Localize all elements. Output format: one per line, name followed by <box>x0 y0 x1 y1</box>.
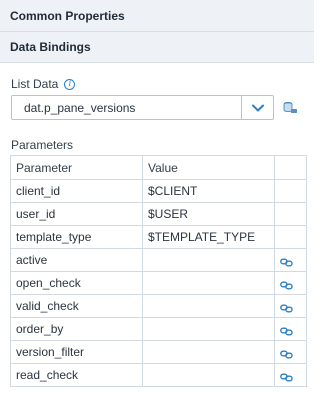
section-title-common-properties: Common Properties <box>10 8 125 23</box>
table-row[interactable]: template_type $TEMPLATE_TYPE <box>10 225 307 249</box>
column-header-value: Value <box>142 155 275 180</box>
parameter-value[interactable]: $TEMPLATE_TYPE <box>142 225 275 249</box>
list-data-select[interactable]: dat.p_pane_versions <box>11 95 274 120</box>
parameter-value[interactable] <box>142 271 275 295</box>
parameters-label: Parameters <box>11 138 74 152</box>
parameter-name: active <box>10 248 143 272</box>
parameter-value[interactable] <box>142 294 275 318</box>
column-header-parameter: Parameter <box>10 155 143 180</box>
parameter-value[interactable]: $USER <box>142 202 275 226</box>
parameter-name: client_id <box>10 179 143 203</box>
table-row[interactable]: valid_check <box>10 294 307 318</box>
table-row[interactable]: version_filter <box>10 340 307 364</box>
parameter-name: open_check <box>10 271 143 295</box>
table-row[interactable]: client_id $CLIENT <box>10 179 307 203</box>
link-icon[interactable] <box>280 348 293 359</box>
row-action-cell <box>274 271 307 295</box>
parameter-name: user_id <box>10 202 143 226</box>
row-action-cell <box>274 248 307 272</box>
parameter-value[interactable] <box>142 317 275 341</box>
parameter-value[interactable] <box>142 248 275 272</box>
link-icon[interactable] <box>280 279 293 290</box>
section-title-data-bindings: Data Bindings <box>10 40 91 54</box>
parameter-name: valid_check <box>10 294 143 318</box>
section-header-data-bindings[interactable]: Data Bindings <box>0 32 314 63</box>
parameter-value[interactable] <box>142 363 275 387</box>
chevron-down-icon[interactable] <box>242 96 273 119</box>
row-action-cell <box>274 202 307 226</box>
list-data-label-row: List Data i <box>11 77 76 91</box>
row-action-cell <box>274 340 307 364</box>
table-row[interactable]: user_id $USER <box>10 202 307 226</box>
parameter-name: version_filter <box>10 340 143 364</box>
row-action-cell <box>274 225 307 249</box>
row-action-cell <box>274 317 307 341</box>
table-row[interactable]: active <box>10 248 307 272</box>
parameter-name: read_check <box>10 363 143 387</box>
row-action-cell <box>274 179 307 203</box>
table-header-row: Parameter Value <box>10 155 307 180</box>
column-header-actions <box>274 155 307 180</box>
list-data-select-value: dat.p_pane_versions <box>24 100 136 115</box>
link-icon[interactable] <box>280 325 293 336</box>
table-row[interactable]: order_by <box>10 317 307 341</box>
parameter-value[interactable]: $CLIENT <box>142 179 275 203</box>
parameters-table: Parameter Value client_id $CLIENT user_i… <box>10 155 307 387</box>
section-header-common-properties[interactable]: Common Properties <box>0 0 314 32</box>
info-icon[interactable]: i <box>64 78 76 90</box>
link-icon[interactable] <box>280 371 293 382</box>
row-action-cell <box>274 294 307 318</box>
parameter-name: template_type <box>10 225 143 249</box>
table-row[interactable]: open_check <box>10 271 307 295</box>
row-action-cell <box>274 363 307 387</box>
database-icon[interactable] <box>282 100 298 116</box>
parameter-value[interactable] <box>142 340 275 364</box>
list-data-label: List Data <box>11 77 59 91</box>
link-icon[interactable] <box>280 256 293 267</box>
link-icon[interactable] <box>280 302 293 313</box>
table-row[interactable]: read_check <box>10 363 307 387</box>
parameter-name: order_by <box>10 317 143 341</box>
